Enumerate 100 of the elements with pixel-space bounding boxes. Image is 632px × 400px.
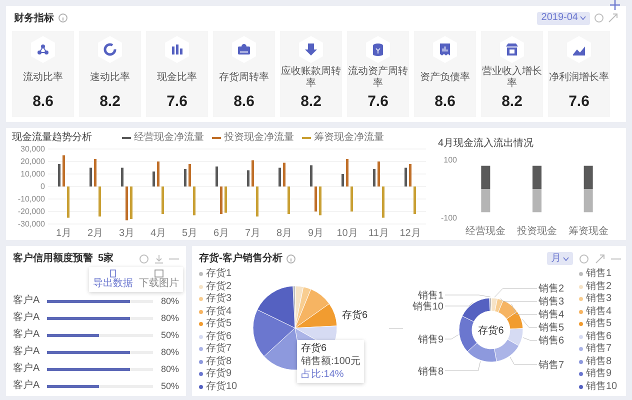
indicator-value: 8.6 (234, 93, 254, 111)
refresh-icon[interactable] (579, 254, 589, 264)
bar (90, 168, 92, 186)
slice-label: 销售8 (418, 366, 444, 378)
axis-tick-label: -100 (440, 214, 457, 222)
slice-label: 销售7 (538, 360, 564, 371)
bar (157, 162, 160, 186)
tooltip-title: 存货6 (301, 342, 328, 355)
bar (414, 186, 416, 214)
legend-label: 存货8 (206, 356, 232, 368)
legend-label: 存货1 (206, 268, 232, 280)
leader-line (444, 361, 481, 372)
bar (216, 166, 218, 186)
legend-label: 销售3 (586, 293, 612, 306)
slice-label: 销售3 (538, 296, 564, 308)
customer-name: 客户A (13, 312, 41, 324)
legend-label: 存货2 (206, 280, 232, 293)
bar (256, 186, 258, 216)
refresh-icon[interactable] (594, 13, 604, 23)
indicator-value: 8.6 (32, 93, 54, 111)
axis-tick-label: 20,000 (20, 157, 45, 166)
indicator-label: 营业收入增长率 (482, 66, 542, 90)
legend-label: 筹资现金净流量 (314, 132, 384, 144)
axis-tick-label: -20,000 (18, 207, 45, 216)
info-icon[interactable] (286, 254, 296, 264)
bar (94, 159, 96, 186)
bar (67, 186, 70, 218)
indicator-label: 流动资产周转率 (348, 66, 408, 90)
panel-title: 客户信用额度预警 (13, 252, 93, 264)
indicator-value: 8.2 (502, 93, 522, 111)
indicator-icon (500, 36, 524, 63)
indicator-value: 8.2 (100, 93, 120, 111)
period-select[interactable]: 2019-04 (537, 12, 590, 24)
bar (220, 186, 222, 214)
indicator-icon (433, 36, 457, 63)
refresh-icon[interactable] (139, 254, 149, 264)
legend-label: 存货3 (206, 293, 232, 306)
legend-label: 存货5 (206, 318, 232, 330)
slice-label: 销售9 (418, 334, 444, 346)
axis-tick-label: 11月 (368, 228, 389, 238)
menu-item[interactable]: 下载图片 (139, 269, 179, 290)
bar (350, 186, 353, 212)
percent-text: 50% (160, 329, 179, 341)
legend-label: 销售8 (586, 356, 612, 368)
slice-label: 销售5 (538, 322, 564, 334)
legend-label: 销售10 (586, 380, 618, 393)
legend-label: 销售1 (586, 268, 612, 280)
bar (224, 186, 227, 213)
indicator-icon (567, 36, 591, 63)
legend-label: 存货7 (206, 343, 232, 356)
info-icon[interactable] (58, 13, 68, 23)
axis-tick-label: 9月 (308, 228, 324, 238)
legend-label: 销售4 (586, 306, 612, 318)
chart-title: 4月现金流入流出情况 (438, 138, 535, 150)
bar (184, 169, 186, 186)
bar (310, 165, 312, 186)
axis-tick-label: 12月 (400, 228, 421, 238)
add-icon[interactable] (610, 0, 620, 10)
legend-label: 销售2 (586, 280, 612, 293)
bar (404, 168, 407, 186)
indicator-value: 7.6 (368, 93, 388, 111)
indicator-value: 8.2 (300, 93, 322, 111)
bar (193, 186, 196, 216)
chart-title: 现金流量趋势分析 (12, 132, 92, 144)
axis-tick-label: -10,000 (18, 194, 45, 204)
expand-icon[interactable] (608, 13, 618, 23)
leader-line (510, 356, 538, 365)
expand-icon[interactable] (595, 254, 605, 264)
indicator-label: 资产负债率 (419, 72, 471, 84)
bar (121, 168, 124, 186)
download-icon[interactable] (154, 254, 164, 264)
indicator-label: 应收账款周转率 (281, 66, 341, 90)
donut-slice (506, 311, 524, 330)
axis-tick-label: 100 (444, 156, 457, 164)
export-icon (108, 269, 118, 278)
axis-tick-label: -30,000 (18, 220, 45, 228)
percent-text: 80% (160, 295, 179, 307)
axis-tick-label: 4月 (150, 228, 166, 238)
indicator-value: 7.6 (568, 93, 590, 111)
menu-item[interactable]: 导出数据 (93, 269, 133, 290)
slice-label: 销售4 (538, 310, 564, 321)
tooltip-text: 占比:14% (301, 368, 345, 381)
slice-label: 销售10 (412, 302, 444, 312)
axis-tick-label: 7月 (244, 228, 261, 238)
bar (373, 169, 376, 186)
period-select[interactable]: 月 (547, 252, 573, 265)
indicator-icon (31, 36, 55, 63)
legend-label: 存货4 (206, 306, 232, 318)
indicator-icon (98, 36, 122, 63)
indicator-icon (232, 36, 256, 63)
panel-title: 存货-客户销售分析 (199, 252, 282, 264)
customer-name: 客户A (13, 380, 41, 392)
legend-label: 存货10 (206, 380, 238, 393)
donut-center-label: 存货6 (478, 326, 504, 336)
slice-label: 销售1 (418, 290, 444, 302)
bar (283, 162, 286, 186)
indicator-icon (165, 36, 189, 63)
axis-tick-label: 投资现金 (517, 226, 557, 236)
slice-label: 销售6 (538, 336, 564, 347)
customer-name: 客户A (13, 329, 41, 341)
